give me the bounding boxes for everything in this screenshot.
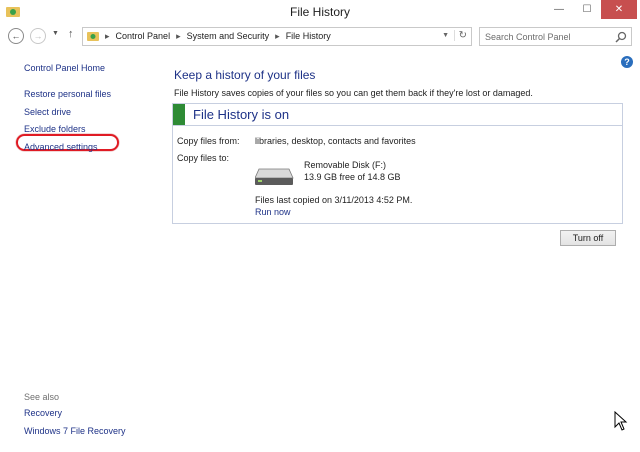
forward-arrow-icon[interactable]: → xyxy=(30,28,46,44)
navigation-bar: ← → ▼ ↑ ▸ Control Panel ▸ System and Sec… xyxy=(0,25,640,47)
help-icon[interactable]: ? xyxy=(621,56,633,68)
refresh-icon[interactable]: ↻ xyxy=(453,30,467,41)
recent-locations-chevron-icon[interactable]: ▼ xyxy=(52,30,59,37)
mouse-cursor-icon xyxy=(614,411,628,431)
turn-off-button[interactable]: Turn off xyxy=(560,230,616,246)
search-placeholder: Search Control Panel xyxy=(485,32,571,42)
copy-from-value: libraries, desktop, contacts and favorit… xyxy=(255,136,416,146)
recovery-link[interactable]: Recovery xyxy=(24,408,62,418)
see-also-label: See also xyxy=(24,392,60,402)
drive-space: 13.9 GB free of 14.8 GB xyxy=(304,172,401,182)
back-arrow-icon[interactable]: ← xyxy=(8,28,24,44)
control-panel-home-link[interactable]: Control Panel Home xyxy=(24,63,105,73)
control-panel-icon xyxy=(87,32,99,41)
drive-name: Removable Disk (F:) xyxy=(304,160,387,170)
page-description: File History saves copies of your files … xyxy=(174,88,533,98)
status-title: File History is on xyxy=(193,107,290,122)
breadcrumb: ▸ Control Panel ▸ System and Security ▸ … xyxy=(105,31,331,42)
minimize-button[interactable]: — xyxy=(545,0,573,19)
copy-from-label: Copy files from: xyxy=(177,136,240,146)
restore-personal-files-link[interactable]: Restore personal files xyxy=(24,89,111,99)
run-now-link[interactable]: Run now xyxy=(255,207,291,217)
copy-to-label: Copy files to: xyxy=(177,153,230,163)
title-bar: File History — ☐ ✕ xyxy=(0,0,640,25)
search-icon[interactable] xyxy=(615,31,627,43)
status-indicator xyxy=(173,104,185,125)
breadcrumb-system-security[interactable]: System and Security xyxy=(187,31,270,42)
search-input[interactable]: Search Control Panel xyxy=(479,27,632,46)
breadcrumb-control-panel[interactable]: Control Panel xyxy=(116,31,171,42)
page-title: Keep a history of your files xyxy=(174,68,316,82)
address-dropdown-icon[interactable]: ▼ xyxy=(442,32,449,39)
address-bar[interactable]: ▸ Control Panel ▸ System and Security ▸ … xyxy=(82,27,472,46)
exclude-folders-link[interactable]: Exclude folders xyxy=(24,124,86,134)
breadcrumb-file-history[interactable]: File History xyxy=(286,31,331,42)
status-header: File History is on xyxy=(173,104,622,126)
last-copied-text: Files last copied on 3/11/2013 4:52 PM. xyxy=(255,195,413,205)
windows7-file-recovery-link[interactable]: Windows 7 File Recovery xyxy=(24,426,126,436)
up-arrow-icon[interactable]: ↑ xyxy=(68,28,74,40)
sidebar: Control Panel Home Restore personal file… xyxy=(0,47,150,452)
select-drive-link[interactable]: Select drive xyxy=(24,107,71,117)
removable-disk-icon xyxy=(255,168,294,185)
status-panel: File History is on Copy files from: libr… xyxy=(172,103,623,224)
advanced-settings-link[interactable]: Advanced settings xyxy=(24,142,98,152)
close-button[interactable]: ✕ xyxy=(601,0,637,19)
maximize-button[interactable]: ☐ xyxy=(573,0,601,19)
window-title: File History xyxy=(289,5,350,19)
